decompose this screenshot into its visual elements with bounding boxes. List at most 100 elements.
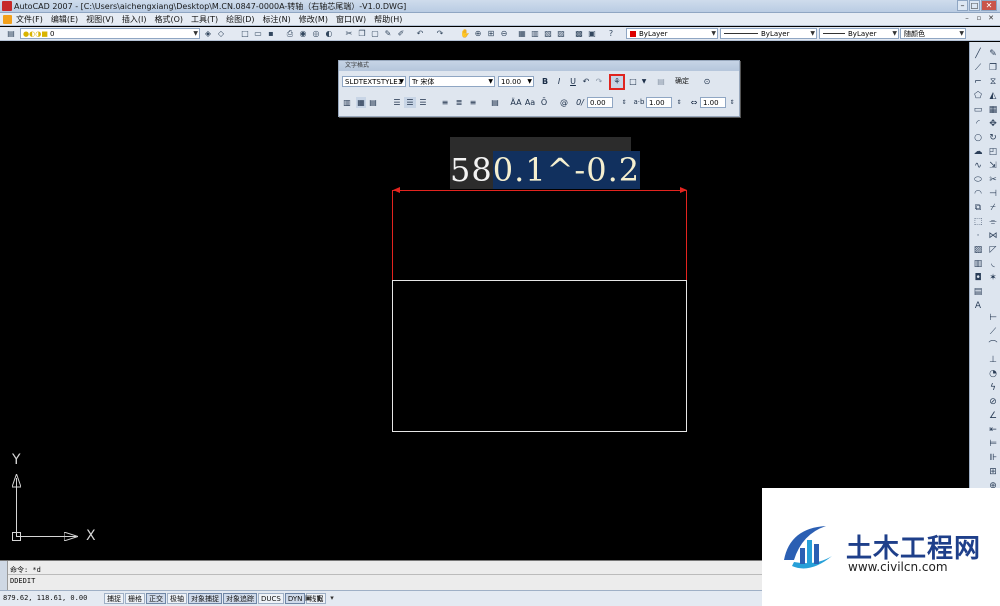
mtext-editor[interactable]: 580.1^-0.2 [450,137,641,189]
tracking-input[interactable]: 1.00 [646,97,672,108]
help-icon[interactable]: ? [606,29,616,39]
close-button[interactable]: ✕ [981,0,997,11]
spline-icon[interactable]: ∿ [972,160,984,172]
menu-file[interactable]: 文件(F) [16,14,43,25]
copy-object-icon[interactable]: ❐ [987,62,999,74]
break-icon[interactable]: ⌯ [987,216,999,228]
color-box-icon[interactable]: □ [628,76,638,87]
angular-dimension-icon[interactable]: ∠ [987,410,999,422]
new-icon[interactable]: □ [240,29,250,39]
color-dropdown[interactable]: ByLayer ▼ [626,28,718,39]
arc-length-icon[interactable]: ⌒ [987,340,999,352]
letters-icon[interactable]: ≡ [468,97,478,108]
font-dropdown[interactable]: Tr 宋体 ▼ [409,76,495,87]
layer-previous-icon[interactable]: ◇ [216,29,226,39]
menu-dimension[interactable]: 标注(N) [263,14,291,25]
revcloud-icon[interactable]: ☁ [972,146,984,158]
diameter-dimension-icon[interactable]: ⊘ [987,396,999,408]
linetype-dropdown[interactable]: ByLayer ▼ [720,28,817,39]
menu-format[interactable]: 格式(O) [154,14,183,25]
redo-icon[interactable]: ↷ [435,29,445,39]
polar-toggle[interactable]: 极轴 [167,593,187,604]
zoom-realtime-icon[interactable]: ⊕ [473,29,483,39]
rectangle-icon[interactable]: ▭ [972,104,984,116]
command-input[interactable]: DDEDIT [10,577,35,585]
coordinate-readout[interactable]: 879.62, 118.61, 0.00 [3,594,87,602]
markup-icon[interactable]: ▩ [574,29,584,39]
construction-line-icon[interactable]: ⟋ [972,62,984,74]
tolerance-icon[interactable]: ⊞ [987,466,999,478]
doc-restore-button[interactable]: ▫ [974,14,984,24]
symbol-button[interactable]: @ [559,97,569,108]
redo-button[interactable]: ↷ [594,76,604,87]
block-editor-icon[interactable]: ✐ [396,29,406,39]
line-icon[interactable]: ╱ [972,48,984,60]
mtext-justification-icon[interactable]: ▦ [356,97,366,108]
publish-icon[interactable]: ◎ [311,29,321,39]
explode-icon[interactable]: ✶ [987,272,999,284]
plotstyle-dropdown[interactable]: 随颜色 ▼ [900,28,966,39]
continue-dimension-icon[interactable]: ⊪ [987,452,999,464]
tool-palettes-icon[interactable]: ▧ [543,29,553,39]
scale-icon[interactable]: ◰ [987,146,999,158]
zoom-window-icon[interactable]: ⊞ [486,29,496,39]
chevron-down-icon[interactable]: ▼ [640,76,648,87]
otrack-toggle[interactable]: 对象追踪 [223,593,257,604]
menu-help[interactable]: 帮助(H) [374,14,402,25]
rectangle-outline[interactable] [392,280,687,432]
gradient-icon[interactable]: ▥ [972,258,984,270]
ok-button[interactable]: 确定 [675,76,689,87]
doc-close-button[interactable]: ✕ [986,14,996,24]
text-style-dropdown[interactable]: SLDTEXTSTYLE1 ▼ [342,76,406,87]
bold-button[interactable]: B [540,76,550,87]
spinner-icon[interactable]: ⇕ [675,97,683,108]
ellipse-icon[interactable]: ⬭ [972,174,984,186]
menu-view[interactable]: 视图(V) [86,14,114,25]
linear-dimension-icon[interactable]: ⊢ [987,312,999,324]
tray-settings-icon[interactable]: ▾ [327,593,337,604]
underline-button[interactable]: U [568,76,578,87]
command-window-handle[interactable] [0,561,8,591]
stack-button[interactable]: ⚘ [609,74,625,90]
options-icon[interactable]: ⊙ [702,76,712,87]
rotate-icon[interactable]: ↻ [987,132,999,144]
align-center-icon[interactable]: ☰ [404,97,416,108]
preview-icon[interactable]: ◉ [298,29,308,39]
aligned-dimension-icon[interactable]: ⟋ [987,326,999,338]
move-icon[interactable]: ✥ [987,118,999,130]
ruler-icon[interactable]: ▤ [656,76,666,87]
mtext-selected[interactable]: 0.1^-0.2 [492,151,641,189]
print-icon[interactable]: ⎙ [285,29,295,39]
align-left-icon[interactable]: ☰ [392,97,402,108]
italic-button[interactable]: I [554,76,564,87]
ortho-toggle[interactable]: 正交 [146,593,166,604]
autocad-app-icon[interactable] [2,1,12,11]
ducs-toggle[interactable]: DUCS [258,593,284,604]
insert-field-icon[interactable]: ▤ [490,97,500,108]
doc-minimize-button[interactable]: – [962,14,972,24]
osnap-toggle[interactable]: 对象捕捉 [188,593,222,604]
uppercase-icon[interactable]: ÄA [510,97,522,108]
layer-dropdown[interactable]: ●◐◑■ 0 ▼ [20,28,200,39]
menu-insert[interactable]: 插入(I) [122,14,147,25]
align-right-icon[interactable]: ☰ [418,97,428,108]
spinner-icon[interactable]: ⇕ [620,97,628,108]
circle-icon[interactable]: ○ [972,132,984,144]
spinner-icon[interactable]: ⇕ [728,97,736,108]
baseline-dimension-icon[interactable]: ⊨ [987,438,999,450]
layer-manager-icon[interactable]: ▤ [6,29,16,39]
snap-toggle[interactable]: 捕捉 [104,593,124,604]
extend-icon[interactable]: ⊣ [987,188,999,200]
document-icon[interactable] [3,15,12,24]
region-icon[interactable]: ◘ [972,272,984,284]
point-icon[interactable]: · [972,230,984,242]
hatch-icon[interactable]: ▨ [972,244,984,256]
arc-icon[interactable]: ◜ [972,118,984,130]
chamfer-icon[interactable]: ◸ [987,244,999,256]
ordinate-dimension-icon[interactable]: ⊥ [987,354,999,366]
design-center-icon[interactable]: ▥ [530,29,540,39]
undo-button[interactable]: ↶ [581,76,591,87]
paragraph-icon[interactable]: ▤ [368,97,378,108]
save-icon[interactable]: ▪ [266,29,276,39]
stretch-icon[interactable]: ⇲ [987,160,999,172]
